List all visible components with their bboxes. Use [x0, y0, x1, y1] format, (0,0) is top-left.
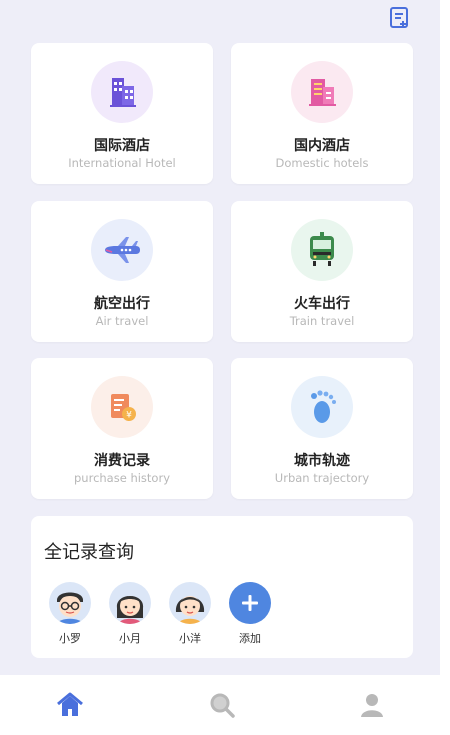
card-title: 国内酒店: [294, 138, 350, 154]
person-xiaoluo[interactable]: 小罗: [48, 582, 92, 646]
tab-home[interactable]: [54, 691, 86, 723]
receipt-icon: ¥: [91, 376, 153, 438]
card-urban-trajectory[interactable]: 城市轨迹 Urban trajectory: [231, 358, 413, 499]
card-subtitle: Train travel: [289, 314, 355, 328]
svg-text:¥: ¥: [126, 411, 132, 421]
app-screen: 国际酒店 International Hotel 国内酒店 Domestic h…: [0, 0, 440, 735]
search-icon: [208, 691, 236, 723]
person-name: 小月: [119, 632, 141, 645]
card-title: 火车出行: [294, 296, 350, 312]
card-subtitle: purchase history: [74, 471, 170, 485]
card-subtitle: Air travel: [95, 314, 149, 328]
card-subtitle: Domestic hotels: [275, 156, 369, 170]
bottom-tab-bar: [0, 675, 440, 735]
records-panel: 全记录查询 小罗 小月 小洋 添加: [31, 516, 413, 658]
person-name: 小罗: [59, 632, 81, 645]
card-title: 消费记录: [94, 453, 150, 469]
card-train-travel[interactable]: 火车出行 Train travel: [231, 201, 413, 342]
card-purchase-history[interactable]: ¥ 消费记录 purchase history: [31, 358, 213, 499]
person-xiaoyue[interactable]: 小月: [108, 582, 152, 646]
airplane-icon: [91, 219, 153, 281]
hotel-icon: [291, 61, 353, 123]
card-subtitle: Urban trajectory: [274, 471, 370, 485]
edit-list-icon[interactable]: [388, 6, 412, 30]
add-label: 添加: [239, 632, 261, 645]
card-domestic-hotel[interactable]: 国内酒店 Domestic hotels: [231, 43, 413, 184]
tab-profile[interactable]: [356, 691, 388, 723]
card-title: 国际酒店: [94, 138, 150, 154]
card-title: 航空出行: [94, 296, 150, 312]
records-title: 全记录查询: [44, 542, 134, 563]
home-icon: [55, 691, 85, 723]
card-air-travel[interactable]: 航空出行 Air travel: [31, 201, 213, 342]
avatar-boy-glasses-icon: [49, 582, 91, 624]
user-icon: [358, 691, 386, 723]
building-icon: [91, 61, 153, 123]
card-international-hotel[interactable]: 国际酒店 International Hotel: [31, 43, 213, 184]
card-subtitle: International Hotel: [68, 156, 176, 170]
right-edge: [440, 0, 450, 735]
card-title: 城市轨迹: [294, 453, 350, 469]
add-person-button[interactable]: 添加: [228, 582, 272, 646]
tab-search[interactable]: [206, 691, 238, 723]
avatar-girl-icon: [109, 582, 151, 624]
person-name: 小洋: [179, 632, 201, 645]
train-icon: [291, 219, 353, 281]
footprint-icon: [291, 376, 353, 438]
avatar-girl2-icon: [169, 582, 211, 624]
plus-icon: [229, 582, 271, 624]
person-xiaoyang[interactable]: 小洋: [168, 582, 212, 646]
